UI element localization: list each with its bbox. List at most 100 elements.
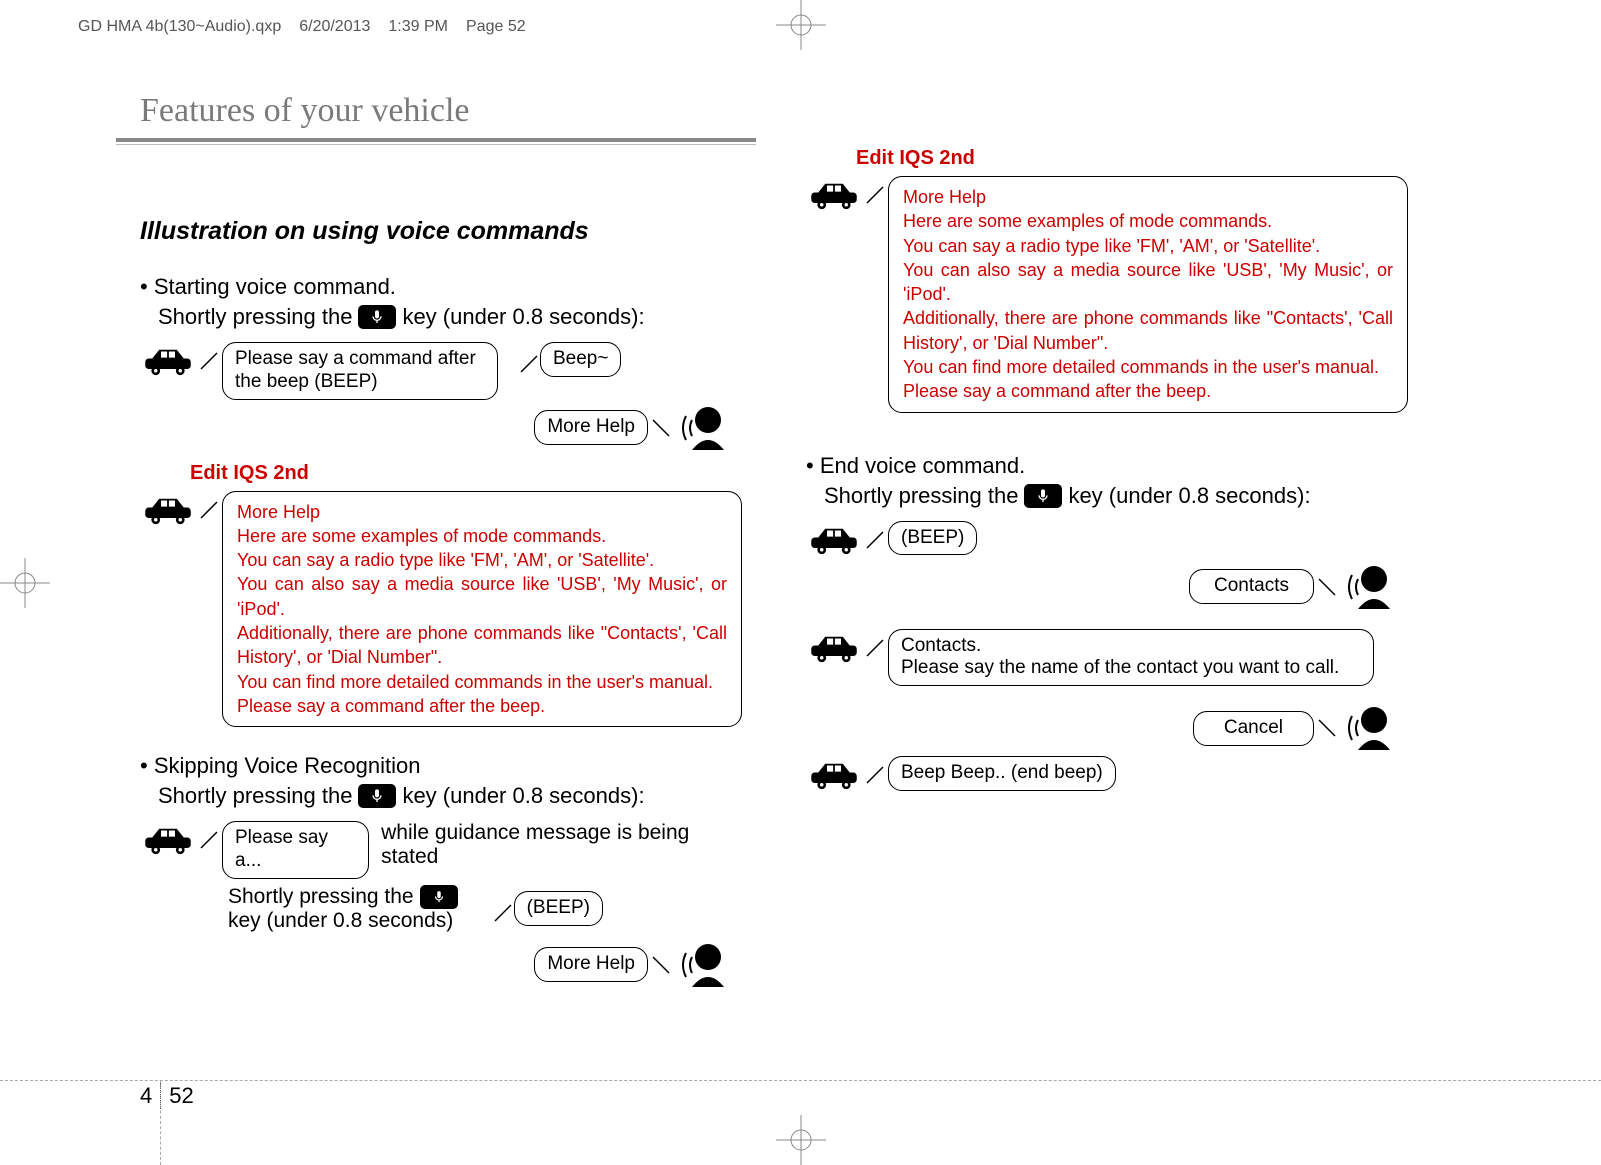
- left-column: Illustration on using voice commands • S…: [112, 193, 742, 993]
- lead-line-icon: [652, 419, 670, 437]
- help-l2: Here are some examples of mode commands.: [903, 209, 1393, 233]
- guidance-note: while guidance message is being stated: [381, 821, 742, 869]
- help-l4: You can also say a media source like 'US…: [903, 258, 1393, 307]
- footer-divider: [160, 1083, 161, 1109]
- lead-line-icon: [866, 531, 884, 549]
- lead-line-icon: [1318, 719, 1336, 737]
- press-suffix: key (under 0.8 seconds):: [1068, 483, 1310, 509]
- short-press-prefix: Shortly pressing the: [228, 885, 414, 909]
- registration-mark-top: [776, 0, 826, 50]
- lead-line-icon: [494, 904, 512, 922]
- press-prefix: Shortly pressing the: [158, 783, 352, 809]
- press-suffix: key (under 0.8 seconds):: [402, 783, 644, 809]
- car-icon: [806, 178, 862, 214]
- car-icon: [140, 823, 196, 859]
- lead-line-icon: [200, 352, 218, 370]
- lead-line-icon: [200, 501, 218, 519]
- start-voice-bullet: • Starting voice command.: [140, 274, 742, 300]
- car-icon: [140, 493, 196, 529]
- press-suffix: key (under 0.8 seconds):: [402, 304, 644, 330]
- more-help-bubble: More Help: [534, 410, 648, 445]
- help-l6: You can find more detailed commands in t…: [237, 670, 727, 694]
- chapter-title: Features of your vehicle: [140, 92, 1523, 130]
- help-l4: You can also say a media source like 'US…: [237, 572, 727, 621]
- more-help-row: More Help: [140, 406, 730, 450]
- help-box-row-right: More Help Here are some examples of mode…: [806, 176, 1408, 413]
- end-beep-final-row: Beep Beep.. (end beep): [806, 756, 1408, 794]
- end-voice-bullet: • End voice command.: [806, 453, 1408, 479]
- help-l5: Additionally, there are phone commands l…: [237, 621, 727, 670]
- end-voice-line: Shortly pressing the key (under 0.8 seco…: [824, 483, 1408, 509]
- help-l7: Please say a command after the beep.: [903, 379, 1393, 403]
- short-press-suffix: key (under 0.8 seconds): [228, 909, 464, 933]
- contacts-prompt-l2: Please say the name of the contact you w…: [901, 657, 1361, 680]
- voice-key-icon: [420, 885, 458, 909]
- lead-line-icon: [652, 956, 670, 974]
- help-text-bubble: More Help Here are some examples of mode…: [222, 491, 742, 728]
- voice-key-icon: [358, 305, 396, 329]
- car-icon: [806, 758, 862, 794]
- lead-line-icon: [866, 639, 884, 657]
- car-prompt-row: Please say a command after the beep (BEE…: [140, 342, 742, 400]
- cancel-bubble: Cancel: [1193, 711, 1314, 746]
- lead-line-icon: [866, 766, 884, 784]
- contacts-bubble: Contacts: [1189, 569, 1314, 604]
- prompt-bubble: Please say a command after the beep (BEE…: [222, 342, 498, 400]
- page-footer: 4 52: [140, 1083, 194, 1109]
- lead-line-icon: [200, 831, 218, 849]
- edit-iqs-label: Edit IQS 2nd: [190, 462, 742, 485]
- more-help-row-2: More Help: [140, 943, 730, 987]
- help-l1: More Help: [903, 185, 1393, 209]
- contacts-row: Contacts: [806, 565, 1396, 609]
- lead-line-icon: [520, 355, 538, 373]
- skip-voice-line: Shortly pressing the key (under 0.8 seco…: [158, 783, 742, 809]
- beep-bubble: Beep~: [540, 342, 621, 377]
- contacts-prompt-l1: Contacts.: [901, 635, 1361, 658]
- right-column: Edit IQS 2nd More Help Here are some exa…: [778, 193, 1408, 993]
- car-icon: [806, 631, 862, 667]
- beep-bubble: (BEEP): [514, 891, 603, 926]
- edit-iqs-label-right: Edit IQS 2nd: [856, 147, 1408, 170]
- help-l6: You can find more detailed commands in t…: [903, 355, 1393, 379]
- print-header: GD HMA 4b(130~Audio).qxp 6/20/2013 1:39 …: [78, 18, 526, 36]
- press-prefix: Shortly pressing the: [824, 483, 1018, 509]
- print-time: 1:39 PM: [388, 18, 448, 36]
- footer-page: 52: [169, 1083, 193, 1109]
- section-title: Illustration on using voice commands: [140, 217, 742, 246]
- say-a-row: Please say a... while guidance message i…: [140, 821, 742, 879]
- press-prefix: Shortly pressing the: [158, 304, 352, 330]
- page-content: Features of your vehicle Illustration on…: [112, 80, 1523, 1125]
- help-l3: You can say a radio type like 'FM', 'AM'…: [903, 234, 1393, 258]
- help-text-bubble-right: More Help Here are some examples of mode…: [888, 176, 1408, 413]
- lead-line-icon: [1318, 578, 1336, 596]
- registration-mark-left: [0, 558, 50, 608]
- person-speaking-icon: [674, 406, 730, 450]
- voice-key-icon: [358, 784, 396, 808]
- help-l5: Additionally, there are phone commands l…: [903, 306, 1393, 355]
- car-icon: [806, 523, 862, 559]
- contacts-prompt-row: Contacts. Please say the name of the con…: [806, 629, 1408, 687]
- help-l3: You can say a radio type like 'FM', 'AM'…: [237, 548, 727, 572]
- lead-line-icon: [866, 186, 884, 204]
- beep-bubble: (BEEP): [888, 521, 977, 556]
- help-l2: Here are some examples of mode commands.: [237, 524, 727, 548]
- cancel-row: Cancel: [806, 706, 1396, 750]
- title-rule: [116, 138, 756, 145]
- more-help-bubble: More Help: [534, 947, 648, 982]
- person-speaking-icon: [674, 943, 730, 987]
- car-icon: [140, 344, 196, 380]
- voice-key-icon: [1024, 484, 1062, 508]
- help-l1: More Help: [237, 500, 727, 524]
- print-page-label: Page 52: [466, 18, 526, 36]
- contacts-prompt-bubble: Contacts. Please say the name of the con…: [888, 629, 1374, 687]
- person-speaking-icon: [1340, 565, 1396, 609]
- end-beep-bubble: Beep Beep.. (end beep): [888, 756, 1116, 791]
- end-beep-row: (BEEP): [806, 521, 1408, 559]
- help-l7: Please say a command after the beep.: [237, 694, 727, 718]
- person-speaking-icon: [1340, 706, 1396, 750]
- print-date: 6/20/2013: [299, 18, 370, 36]
- start-voice-line: Shortly pressing the key (under 0.8 seco…: [158, 304, 742, 330]
- say-a-bubble: Please say a...: [222, 821, 369, 879]
- print-file: GD HMA 4b(130~Audio).qxp: [78, 18, 281, 36]
- footer-chapter: 4: [140, 1083, 152, 1109]
